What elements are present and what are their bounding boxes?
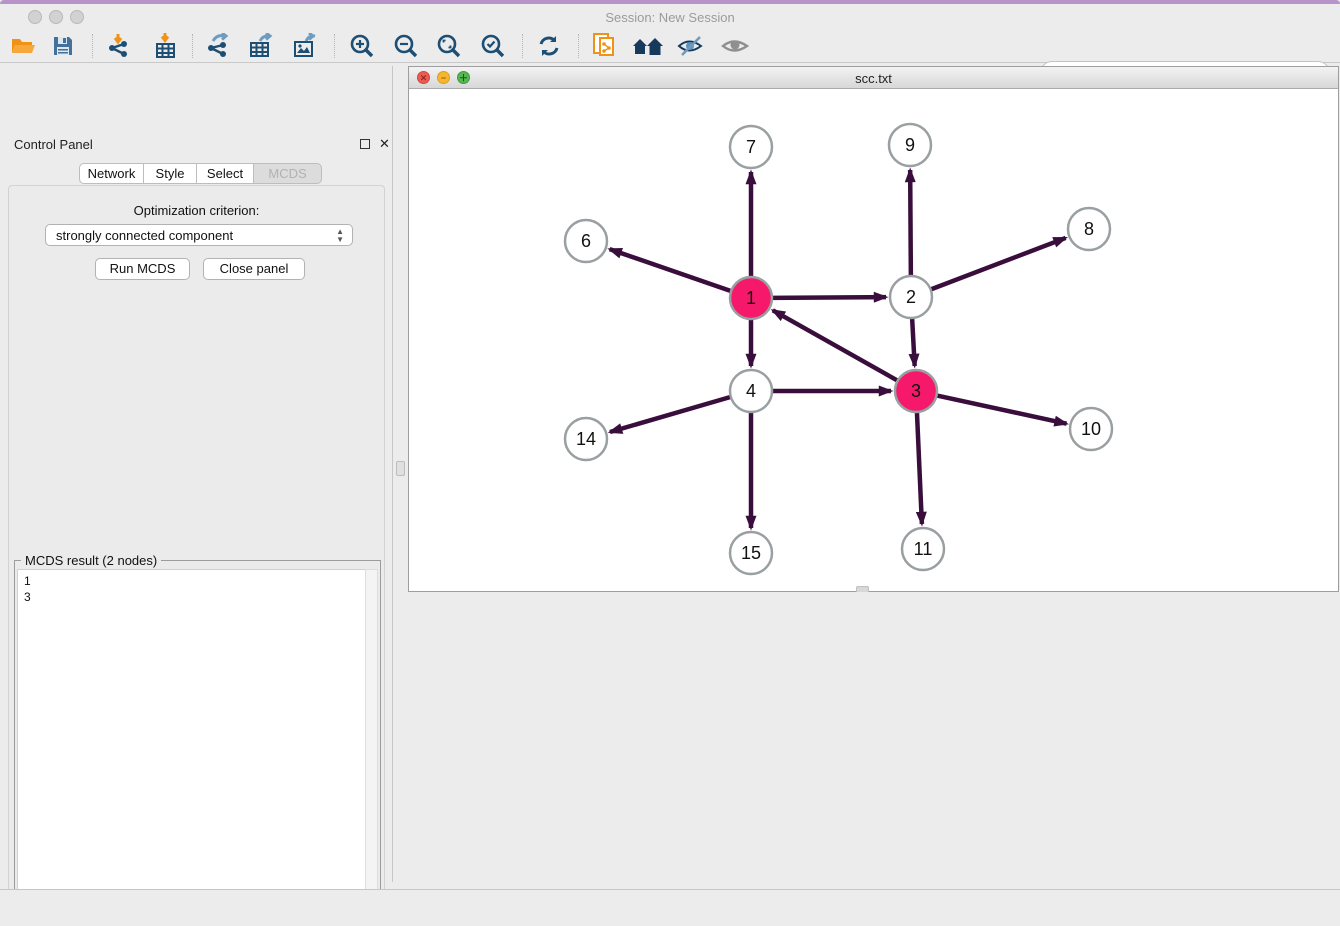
graph-edge-4-14[interactable] (610, 397, 731, 432)
network-window-title: scc.txt (409, 71, 1338, 86)
close-panel-button[interactable]: Close panel (203, 258, 305, 280)
network-window-titlebar[interactable]: ✕ − ＋ scc.txt (409, 67, 1338, 89)
window-title: Session: New Session (0, 10, 1340, 25)
graph-node-label-3: 3 (911, 381, 921, 401)
graph-node-label-14: 14 (576, 429, 596, 449)
vertical-splitter-grip[interactable] (396, 461, 405, 476)
import-table-icon[interactable] (148, 32, 182, 60)
graph-edge-3-11[interactable] (917, 412, 922, 524)
mcds-result-title: MCDS result (2 nodes) (21, 553, 161, 568)
graph-edges (610, 170, 1067, 528)
run-mcds-button[interactable]: Run MCDS (95, 258, 190, 280)
graph-edge-2-3[interactable] (912, 318, 915, 366)
graph-node-label-9: 9 (905, 135, 915, 155)
optimization-criterion-label: Optimization criterion: (0, 203, 393, 218)
close-panel-icon[interactable]: ✕ (379, 139, 390, 149)
main-toolbar (0, 28, 1340, 63)
mcds-result-text[interactable]: 1 3 (17, 569, 367, 926)
graph-edge-1-2[interactable] (772, 297, 886, 298)
graph-node-label-4: 4 (746, 381, 756, 401)
hide-selection-eye-icon[interactable] (674, 32, 708, 60)
show-all-eye-icon[interactable] (718, 32, 752, 60)
graph-node-label-8: 8 (1084, 219, 1094, 239)
zoom-in-icon[interactable] (345, 32, 379, 60)
graph-edge-3-1[interactable] (773, 310, 898, 380)
mcds-result-scrollbar[interactable] (365, 569, 378, 926)
open-folder-icon[interactable] (6, 32, 40, 60)
tab-mcds[interactable]: MCDS (254, 163, 322, 184)
zoom-selected-icon[interactable] (476, 32, 510, 60)
save-session-icon[interactable] (46, 32, 80, 60)
refresh-icon[interactable] (532, 32, 566, 60)
graph-edge-1-6[interactable] (610, 249, 732, 291)
graph-node-label-1: 1 (746, 288, 756, 308)
mcds-result-groupbox: MCDS result (2 nodes) 1 3 (14, 560, 381, 926)
new-network-from-selection-icon[interactable] (588, 32, 622, 60)
tab-select[interactable]: Select (197, 163, 254, 184)
network-graph-canvas[interactable]: 7 9 6 8 1 2 4 3 14 10 15 11 (409, 89, 1338, 591)
zoom-fit-icon[interactable] (432, 32, 466, 60)
control-panel-title: Control Panel (14, 137, 93, 152)
export-image-icon[interactable] (288, 32, 322, 60)
import-network-icon[interactable] (102, 32, 136, 60)
graph-node-label-11: 11 (914, 539, 933, 559)
dropdown-value: strongly connected component (56, 228, 233, 243)
tab-style[interactable]: Style (144, 163, 197, 184)
graph-edge-2-9[interactable] (910, 170, 911, 276)
graph-node-label-15: 15 (741, 543, 761, 563)
export-network-icon[interactable] (201, 32, 235, 60)
graph-node-label-6: 6 (581, 231, 591, 251)
tab-network[interactable]: Network (79, 163, 144, 184)
graph-node-label-7: 7 (746, 137, 756, 157)
optimization-criterion-dropdown[interactable]: strongly connected component ▲▼ (45, 224, 353, 246)
titlebar: Session: New Session (0, 4, 1340, 28)
dropdown-stepper-icon: ▲▼ (336, 228, 344, 243)
zoom-out-icon[interactable] (389, 32, 423, 60)
first-neighbors-icon[interactable] (631, 32, 665, 60)
table-panel: Table Panel ✕ (408, 592, 1340, 889)
control-panel: Control Panel ✕ Network Style Select MCD… (0, 66, 393, 882)
network-view-window: ✕ − ＋ scc.txt 7 9 6 8 1 2 4 3 14 10 15 11 (408, 66, 1339, 592)
graph-node-label-10: 10 (1081, 419, 1101, 439)
float-panel-icon[interactable] (360, 139, 370, 149)
graph-edge-2-8[interactable] (931, 238, 1066, 290)
graph-node-label-2: 2 (906, 287, 916, 307)
export-table-icon[interactable] (244, 32, 278, 60)
app-window: Session: New Session (0, 0, 1340, 926)
status-bar: Memory (0, 889, 1340, 926)
graph-edge-3-10[interactable] (937, 395, 1067, 423)
